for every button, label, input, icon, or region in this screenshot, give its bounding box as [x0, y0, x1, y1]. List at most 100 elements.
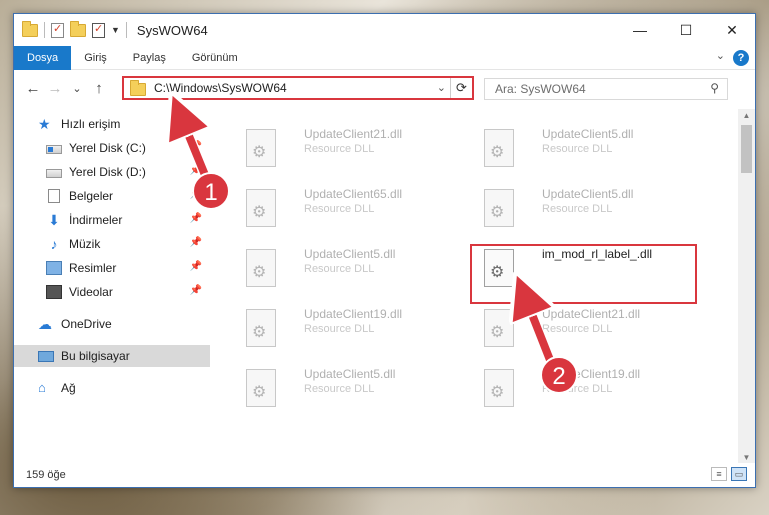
sidebar-item-documents[interactable]: Belgeler 📌 — [14, 185, 210, 207]
explorer-window: ▼ SysWOW64 — ☐ ✕ Dosya Giriş Paylaş Görü… — [13, 13, 756, 488]
file-list: UpdateClient21.dll Resource DLL UpdateCl… — [212, 109, 724, 464]
file-type: Resource DLL — [304, 323, 375, 335]
sidebar-item-pictures[interactable]: Resimler 📌 — [14, 257, 210, 279]
file-type: Resource DLL — [542, 143, 613, 155]
scroll-thumb[interactable] — [741, 125, 752, 173]
sidebar-item-videos[interactable]: Videolar 📌 — [14, 281, 210, 303]
sidebar-item-label: Resimler — [69, 261, 117, 275]
file-name: UpdateClient21.dll — [542, 307, 641, 321]
sidebar-item-downloads[interactable]: ⬇ İndirmeler 📌 — [14, 209, 210, 231]
downloads-icon: ⬇ — [48, 212, 60, 228]
sidebar-item-label: Yerel Disk (D:) — [69, 165, 146, 179]
pin-icon[interactable]: 📌 — [190, 237, 202, 248]
folder-icon — [130, 79, 146, 96]
status-bar: 159 öğe ≡ ▭ — [14, 463, 755, 487]
vertical-scrollbar[interactable]: ▲ ▼ — [738, 109, 755, 464]
large-icons-view-icon[interactable]: ▭ — [731, 467, 747, 481]
sidebar-item-label: Hızlı erişim — [61, 117, 121, 131]
sidebar-item-label: OneDrive — [61, 317, 112, 331]
file-name: UpdateClient21.dll — [304, 127, 403, 141]
this-pc-icon — [38, 351, 54, 362]
details-view-icon[interactable]: ≡ — [711, 467, 727, 481]
sidebar-item-label: Ağ — [61, 381, 76, 395]
folder-icon — [22, 20, 38, 37]
file-name: UpdateClient19.dll — [304, 307, 403, 321]
dll-file-icon — [246, 189, 276, 227]
search-icon[interactable]: ⚲ — [710, 81, 719, 95]
expand-ribbon-icon[interactable]: ⌄ — [716, 49, 725, 62]
step-badge-1: 1 — [192, 172, 230, 210]
file-item[interactable]: UpdateClient5.dll Resource DLL — [234, 363, 454, 413]
file-name: UpdateClient5.dll — [304, 247, 396, 261]
pin-icon[interactable]: 📌 — [190, 213, 202, 224]
view-switcher: ≡ ▭ — [711, 467, 747, 481]
sidebar-item-network[interactable]: ⌂ Ağ — [14, 377, 210, 399]
search-box[interactable]: Ara: SysWOW64 ⚲ — [484, 78, 728, 100]
properties-icon[interactable] — [51, 22, 64, 38]
scroll-down-icon[interactable]: ▼ — [738, 453, 755, 462]
address-bar[interactable]: C:\Windows\SysWOW64 ⌄ ⟳ — [122, 76, 474, 100]
quick-access-toolbar: ▼ — [14, 20, 127, 38]
sidebar-item-quick-access[interactable]: ★ Hızlı erişim — [14, 113, 210, 135]
file-name: UpdateClient5.dll — [304, 367, 396, 381]
file-type: Resource DLL — [542, 203, 613, 215]
tab-file[interactable]: Dosya — [14, 45, 72, 70]
back-button[interactable]: ← — [22, 80, 44, 97]
file-name: UpdateClient5.dll — [542, 187, 634, 201]
navigation-pane: ★ Hızlı erişim Yerel Disk (C:) 📌 Yerel D… — [14, 109, 210, 464]
help-icon[interactable]: ? — [733, 50, 749, 66]
pictures-icon — [46, 261, 62, 275]
file-item[interactable]: UpdateClient21.dll Resource DLL — [234, 123, 454, 173]
sidebar-item-label: Yerel Disk (C:) — [69, 141, 146, 155]
tab-home[interactable]: Giriş — [71, 46, 120, 70]
dll-file-icon — [484, 129, 514, 167]
new-folder-icon[interactable] — [70, 20, 86, 37]
highlight-box — [470, 244, 697, 304]
sidebar-item-onedrive[interactable]: ☁ OneDrive — [14, 313, 210, 335]
refresh-button[interactable]: ⟳ — [450, 78, 472, 98]
file-type: Resource DLL — [304, 263, 375, 275]
file-item[interactable]: UpdateClient5.dll Resource DLL — [472, 183, 692, 233]
star-icon: ★ — [38, 116, 51, 132]
file-name: UpdateClient5.dll — [542, 127, 634, 141]
forward-button[interactable]: → — [44, 80, 66, 97]
file-type: Resource DLL — [304, 143, 375, 155]
file-item[interactable]: UpdateClient5.dll Resource DLL — [472, 123, 692, 173]
pin-icon[interactable]: 📌 — [190, 285, 202, 296]
sidebar-item-local-disk-c[interactable]: Yerel Disk (C:) 📌 — [14, 137, 210, 159]
file-item[interactable]: UpdateClient19.dll Resource DLL — [472, 363, 692, 413]
scroll-up-icon[interactable]: ▲ — [738, 111, 755, 120]
sidebar-item-this-pc[interactable]: Bu bilgisayar — [14, 345, 210, 367]
toolbar-dropdown-icon[interactable]: ▼ — [111, 25, 120, 35]
tab-view[interactable]: Görünüm — [179, 46, 251, 70]
up-button[interactable]: ↑ — [88, 80, 110, 97]
address-path[interactable]: C:\Windows\SysWOW64 — [154, 81, 287, 95]
search-input[interactable]: Ara: SysWOW64 — [495, 82, 586, 96]
customize-icon[interactable] — [92, 22, 105, 38]
step-badge-2: 2 — [540, 356, 578, 394]
file-type: Resource DLL — [304, 383, 375, 395]
toolbar-divider — [125, 22, 127, 38]
maximize-button[interactable]: ☐ — [663, 14, 709, 46]
pin-icon[interactable]: 📌 — [190, 261, 202, 272]
ribbon-tabs: Dosya Giriş Paylaş Görünüm ⌄ ? — [14, 45, 755, 70]
tab-share[interactable]: Paylaş — [120, 46, 179, 70]
close-button[interactable]: ✕ — [709, 14, 755, 46]
dll-file-icon — [484, 369, 514, 407]
sidebar-item-music[interactable]: ♪ Müzik 📌 — [14, 233, 210, 255]
file-item[interactable]: UpdateClient19.dll Resource DLL — [234, 303, 454, 353]
sidebar-item-label: Müzik — [69, 237, 101, 251]
dll-file-icon — [246, 369, 276, 407]
music-icon: ♪ — [50, 236, 58, 252]
recent-locations-button[interactable]: ⌄ — [66, 82, 88, 95]
sidebar-item-local-disk-d[interactable]: Yerel Disk (D:) 📌 — [14, 161, 210, 183]
address-dropdown-icon[interactable]: ⌄ — [437, 81, 446, 94]
file-item[interactable]: UpdateClient65.dll Resource DLL — [234, 183, 454, 233]
file-item[interactable]: UpdateClient5.dll Resource DLL — [234, 243, 454, 293]
minimize-button[interactable]: — — [617, 14, 663, 46]
dll-file-icon — [484, 189, 514, 227]
dll-file-icon — [484, 309, 514, 347]
pin-icon[interactable]: 📌 — [190, 141, 202, 152]
file-item[interactable]: UpdateClient21.dll Resource DLL — [472, 303, 692, 353]
navigation-bar: ← → ⌄ ↑ C:\Windows\SysWOW64 ⌄ ⟳ Ara: Sys… — [14, 71, 755, 105]
